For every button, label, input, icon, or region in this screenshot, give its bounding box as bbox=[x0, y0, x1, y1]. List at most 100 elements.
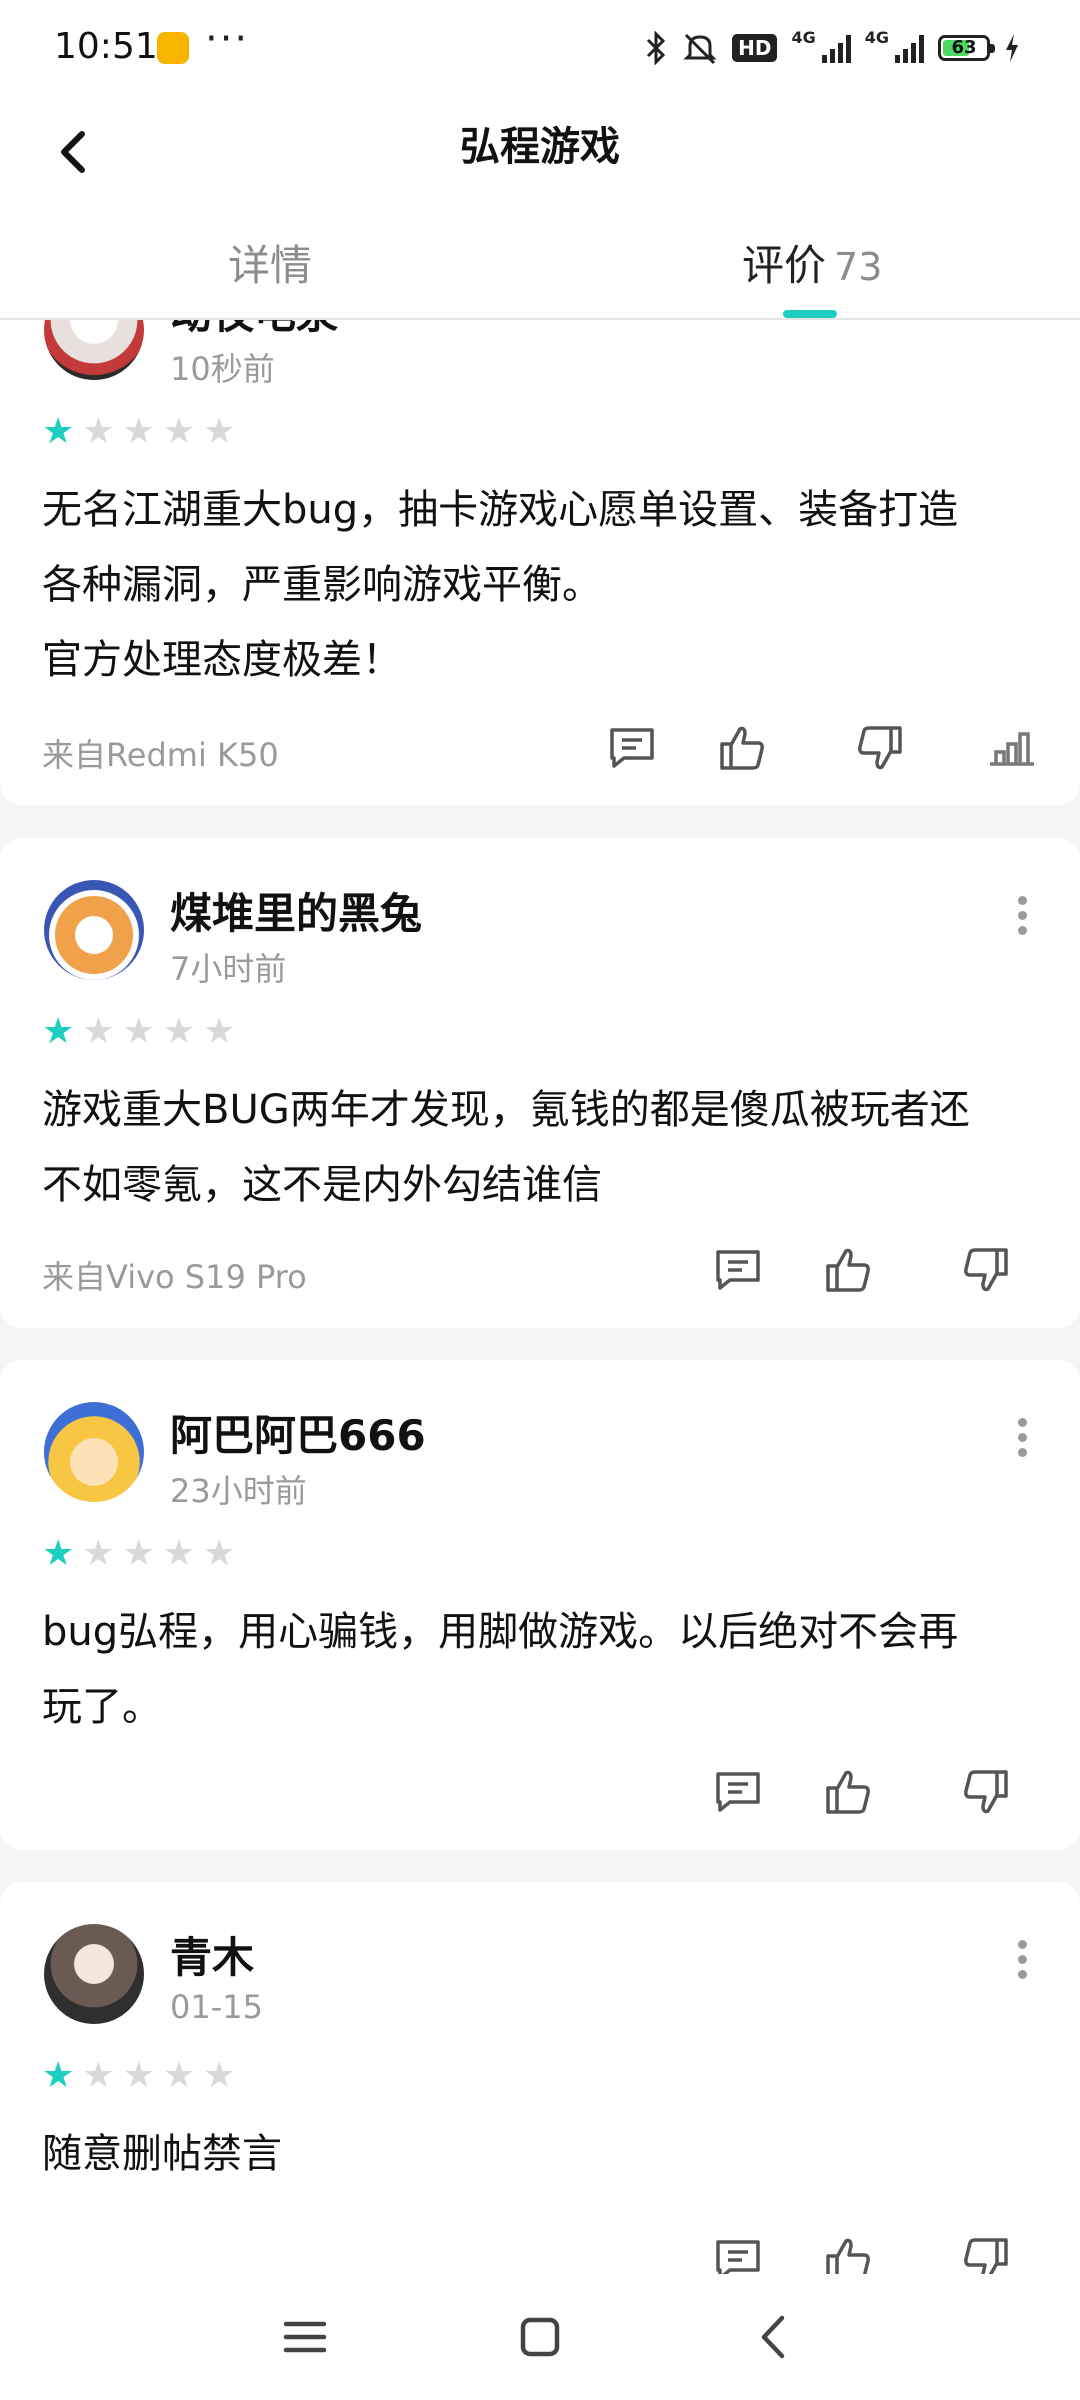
like-button[interactable] bbox=[712, 718, 772, 778]
more-options-button[interactable] bbox=[1016, 890, 1028, 941]
star-empty-icon: ★ bbox=[162, 1011, 196, 1052]
bar-chart-icon bbox=[990, 732, 1034, 766]
thumbs-down-icon bbox=[964, 1770, 1008, 1814]
thumbs-up-icon bbox=[826, 1248, 870, 1292]
star-filled-icon: ★ bbox=[42, 411, 75, 452]
comment-icon bbox=[716, 1772, 760, 1812]
like-button[interactable] bbox=[818, 2230, 878, 2274]
review-content: bug弘程，用心骗钱，用脚做游戏。以后绝对不会再 玩了。 bbox=[42, 1609, 959, 1730]
signal-icon bbox=[821, 33, 851, 63]
star-filled-icon: ★ bbox=[42, 1011, 75, 1052]
review-content: 游戏重大BUG两年才发现，氪钱的都是傻瓜被玩者还 不如零氪，这不是内外勾结谁信 bbox=[42, 1087, 970, 1208]
username[interactable]: 动夜电泉 bbox=[170, 320, 338, 341]
mute-icon bbox=[683, 33, 717, 65]
home-icon bbox=[520, 2317, 560, 2357]
avatar[interactable] bbox=[44, 320, 144, 380]
avatar[interactable] bbox=[44, 880, 144, 980]
status-more-icon: ··· bbox=[205, 16, 250, 62]
star-empty-icon: ★ bbox=[82, 411, 115, 452]
star-empty-icon: ★ bbox=[82, 1533, 115, 1574]
review-count: 73 bbox=[834, 245, 883, 289]
tab-details[interactable]: 详情 bbox=[228, 232, 312, 293]
tab-reviews[interactable]: 评价 73 bbox=[742, 232, 882, 293]
stats-button[interactable] bbox=[982, 718, 1042, 778]
username[interactable]: 煤堆里的黑兔 bbox=[170, 880, 422, 941]
device-label: 来自Redmi K50 bbox=[42, 736, 279, 774]
comment-icon bbox=[610, 728, 654, 768]
comment-icon bbox=[716, 1250, 760, 1290]
avatar[interactable] bbox=[44, 1924, 144, 2024]
tab-details-label: 详情 bbox=[228, 241, 313, 290]
like-button[interactable] bbox=[818, 1240, 878, 1300]
battery-level: 63 bbox=[951, 37, 977, 58]
back-icon bbox=[761, 2315, 785, 2359]
home-button[interactable] bbox=[505, 2302, 575, 2372]
star-empty-icon: ★ bbox=[122, 2055, 155, 2096]
review-time: 01-15 bbox=[170, 1988, 263, 2026]
username[interactable]: 青木 bbox=[170, 1924, 254, 1985]
page-title: 弘程游戏 bbox=[460, 124, 620, 170]
rating-stars: ★ ★ ★ ★ ★ bbox=[42, 2058, 235, 2094]
bluetooth-icon bbox=[647, 31, 666, 65]
star-empty-icon: ★ bbox=[122, 1533, 155, 1574]
dislike-button[interactable] bbox=[956, 2230, 1016, 2274]
like-button[interactable] bbox=[818, 1762, 878, 1822]
rating-stars: ★ ★ ★ ★ ★ bbox=[42, 414, 235, 450]
menu-icon bbox=[283, 2321, 327, 2353]
network-type-2: 4G bbox=[864, 28, 889, 47]
star-empty-icon: ★ bbox=[203, 1533, 236, 1574]
star-filled-icon: ★ bbox=[42, 1533, 75, 1574]
star-filled-icon: ★ bbox=[42, 2055, 75, 2096]
app-notification-icon bbox=[157, 32, 189, 64]
tab-active-indicator bbox=[783, 310, 837, 318]
status-bar: 10:51 ··· HD 4G 4G 63 bbox=[0, 0, 1080, 96]
dislike-button[interactable] bbox=[956, 1240, 1016, 1300]
star-empty-icon: ★ bbox=[122, 1011, 155, 1052]
review-card: 阿巴阿巴666 23小时前 ★ ★ ★ ★ ★ bug弘程，用心骗钱，用脚做游戏… bbox=[0, 1360, 1080, 1850]
back-nav-button[interactable] bbox=[740, 2302, 810, 2372]
comment-button[interactable] bbox=[708, 1240, 768, 1300]
more-options-button[interactable] bbox=[1016, 1934, 1028, 1985]
comment-button[interactable] bbox=[708, 2230, 768, 2274]
status-icons: HD 4G 4G 63 bbox=[644, 28, 1020, 68]
rating-stars: ★ ★ ★ ★ ★ bbox=[42, 1014, 235, 1050]
tab-reviews-label: 评价 bbox=[742, 241, 827, 290]
review-content: 无名江湖重大bug，抽卡游戏心愿单设置、装备打造 各种漏洞，严重影响游戏平衡。 … bbox=[42, 487, 959, 683]
review-time: 23小时前 bbox=[170, 1472, 307, 1510]
avatar[interactable] bbox=[44, 1402, 144, 1502]
dislike-button[interactable] bbox=[850, 718, 910, 778]
app-bar: 弘程游戏 bbox=[0, 96, 1080, 218]
network-type-1: 4G bbox=[791, 28, 816, 47]
system-nav-bar bbox=[0, 2274, 1080, 2400]
thumbs-up-icon bbox=[720, 726, 764, 770]
comment-button[interactable] bbox=[602, 718, 662, 778]
device-label: 来自Vivo S19 Pro bbox=[42, 1258, 307, 1296]
dislike-button[interactable] bbox=[956, 1762, 1016, 1822]
comment-button[interactable] bbox=[708, 1762, 768, 1822]
thumbs-down-icon bbox=[964, 2238, 1008, 2274]
star-empty-icon: ★ bbox=[203, 411, 236, 452]
review-feed[interactable]: 动夜电泉 10秒前 ★ ★ ★ ★ ★ 无名江湖重大bug，抽卡游戏心愿单设置、… bbox=[0, 320, 1080, 2274]
star-empty-icon: ★ bbox=[82, 2055, 115, 2096]
review-card: 煤堆里的黑兔 7小时前 ★ ★ ★ ★ ★ 游戏重大BUG两年才发现，氪钱的都是… bbox=[0, 838, 1080, 1328]
star-empty-icon: ★ bbox=[203, 1011, 236, 1052]
star-empty-icon: ★ bbox=[162, 2055, 196, 2096]
star-empty-icon: ★ bbox=[162, 1533, 196, 1574]
star-empty-icon: ★ bbox=[203, 2055, 236, 2096]
rating-stars: ★ ★ ★ ★ ★ bbox=[42, 1536, 235, 1572]
charging-icon bbox=[1006, 34, 1018, 62]
thumbs-down-icon bbox=[858, 726, 902, 770]
signal-icon bbox=[895, 33, 924, 63]
review-card: 动夜电泉 10秒前 ★ ★ ★ ★ ★ 无名江湖重大bug，抽卡游戏心愿单设置、… bbox=[0, 320, 1080, 805]
review-content: 随意删帖禁言 bbox=[42, 2131, 282, 2177]
review-time: 10秒前 bbox=[170, 350, 275, 388]
star-empty-icon: ★ bbox=[122, 411, 155, 452]
username[interactable]: 阿巴阿巴666 bbox=[170, 1402, 426, 1463]
thumbs-down-icon bbox=[964, 1248, 1008, 1292]
more-options-button[interactable] bbox=[1016, 1412, 1028, 1463]
comment-icon bbox=[716, 2240, 760, 2274]
status-time: 10:51 bbox=[54, 26, 158, 67]
menu-button[interactable] bbox=[270, 2302, 340, 2372]
review-card: 青木 01-15 ★ ★ ★ ★ ★ 随意删帖禁言 bbox=[0, 1882, 1080, 2274]
thumbs-up-icon bbox=[826, 1770, 870, 1814]
